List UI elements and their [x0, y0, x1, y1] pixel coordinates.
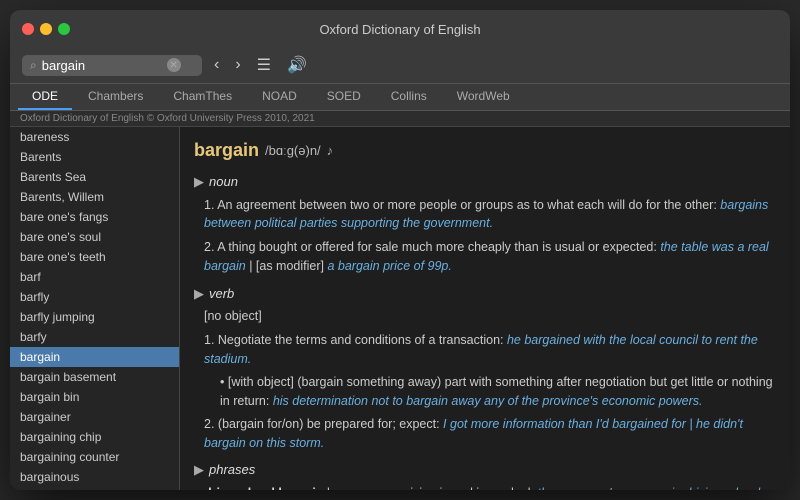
verb-definitions: [no object] 1. Negotiate the terms and c… [204, 307, 776, 452]
tabs-bar: ODE Chambers ChamThes NOAD SOED Collins … [10, 84, 790, 111]
titlebar: Oxford Dictionary of English [10, 10, 790, 48]
entry-pronunciation: /bɑːɡ(ə)n/ [265, 141, 321, 161]
audio-icon[interactable]: ♪ [327, 141, 334, 161]
arrow-icon: ▶ [194, 172, 204, 192]
list-item-bargain[interactable]: bargain [10, 347, 179, 367]
list-item[interactable]: bargainous [10, 467, 179, 487]
list-item[interactable]: Barents Sea [10, 167, 179, 187]
verb-label: verb [209, 284, 234, 304]
search-icon: ⌕ [30, 58, 37, 73]
word-list: bareness Barents Barents Sea Barents, Wi… [10, 127, 180, 490]
list-item[interactable]: bargainer [10, 407, 179, 427]
search-input[interactable] [42, 58, 162, 73]
entry-word: bargain [194, 137, 259, 164]
tab-chambers[interactable]: Chambers [74, 84, 157, 110]
arrow-icon-verb: ▶ [194, 284, 204, 304]
phrase-1: drive a hard bargain be uncompromising i… [204, 484, 776, 490]
list-item[interactable]: bargain bin [10, 387, 179, 407]
list-button[interactable]: ☰ [253, 53, 275, 77]
tab-noad[interactable]: NOAD [248, 84, 311, 110]
list-item[interactable]: bareness [10, 127, 179, 147]
clear-button[interactable]: ✕ [167, 58, 181, 72]
traffic-lights [22, 23, 70, 35]
arrow-icon-phrases: ▶ [194, 460, 204, 480]
forward-button[interactable]: › [231, 54, 244, 76]
search-box[interactable]: ⌕ ✕ [22, 55, 202, 76]
list-item[interactable]: bargaining chip [10, 427, 179, 447]
verb-def-1: 1. Negotiate the terms and conditions of… [204, 331, 776, 369]
list-item[interactable]: Barents [10, 147, 179, 167]
list-item[interactable]: Barents, Willem [10, 187, 179, 207]
list-item[interactable]: bare one's fangs [10, 207, 179, 227]
list-item[interactable]: bare one's teeth [10, 247, 179, 267]
toolbar: ⌕ ✕ ‹ › ☰ 🔊 [10, 48, 790, 84]
phrases-section-header: ▶ phrases [194, 460, 776, 480]
tab-collins[interactable]: Collins [377, 84, 441, 110]
noun-def-2: 2. A thing bought or offered for sale mu… [204, 238, 776, 276]
entry-header: bargain /bɑːɡ(ə)n/ ♪ [194, 137, 776, 164]
phrases-list: drive a hard bargain be uncompromising i… [204, 484, 776, 490]
noun-label: noun [209, 172, 238, 192]
list-item[interactable]: barfly jumping [10, 307, 179, 327]
maximize-button[interactable] [58, 23, 70, 35]
verb-sub-def: • [with object] (bargain something away)… [220, 373, 776, 411]
tab-wordweb[interactable]: WordWeb [443, 84, 524, 110]
list-item[interactable]: barfly [10, 287, 179, 307]
list-item[interactable]: barge [10, 487, 179, 490]
noun-section-header: ▶ noun [194, 172, 776, 192]
copyright-text: Oxford Dictionary of English © Oxford Un… [20, 113, 315, 124]
verb-note: [no object] [204, 307, 776, 326]
list-item[interactable]: barf [10, 267, 179, 287]
list-item[interactable]: bargaining counter [10, 447, 179, 467]
noun-definitions: 1. An agreement between two or more peop… [204, 196, 776, 276]
tab-soed[interactable]: SOED [313, 84, 375, 110]
window-title: Oxford Dictionary of English [319, 22, 480, 37]
list-item[interactable]: barfy [10, 327, 179, 347]
definition-area: bargain /bɑːɡ(ə)n/ ♪ ▶ noun 1. An agreem… [180, 127, 790, 490]
app-window: Oxford Dictionary of English ⌕ ✕ ‹ › ☰ 🔊… [10, 10, 790, 490]
list-item[interactable]: bargain basement [10, 367, 179, 387]
close-button[interactable] [22, 23, 34, 35]
noun-def-2-modifier-example: a bargain price of 99p. [327, 259, 451, 273]
back-button[interactable]: ‹ [210, 54, 223, 76]
list-item[interactable]: bare one's soul [10, 227, 179, 247]
tab-chamthes[interactable]: ChamThes [159, 84, 246, 110]
tab-ode[interactable]: ODE [18, 84, 72, 110]
phrases-label: phrases [209, 460, 255, 480]
main-content: bareness Barents Barents Sea Barents, Wi… [10, 127, 790, 490]
verb-section-header: ▶ verb [194, 284, 776, 304]
verb-sub-example: his determination not to bargain away an… [273, 394, 703, 408]
noun-def-1: 1. An agreement between two or more peop… [204, 196, 776, 234]
verb-def-2: 2. (bargain for/on) be prepared for; exp… [204, 415, 776, 453]
copyright-bar: Oxford Dictionary of English © Oxford Un… [10, 111, 790, 127]
speaker-button[interactable]: 🔊 [283, 53, 311, 77]
minimize-button[interactable] [40, 23, 52, 35]
